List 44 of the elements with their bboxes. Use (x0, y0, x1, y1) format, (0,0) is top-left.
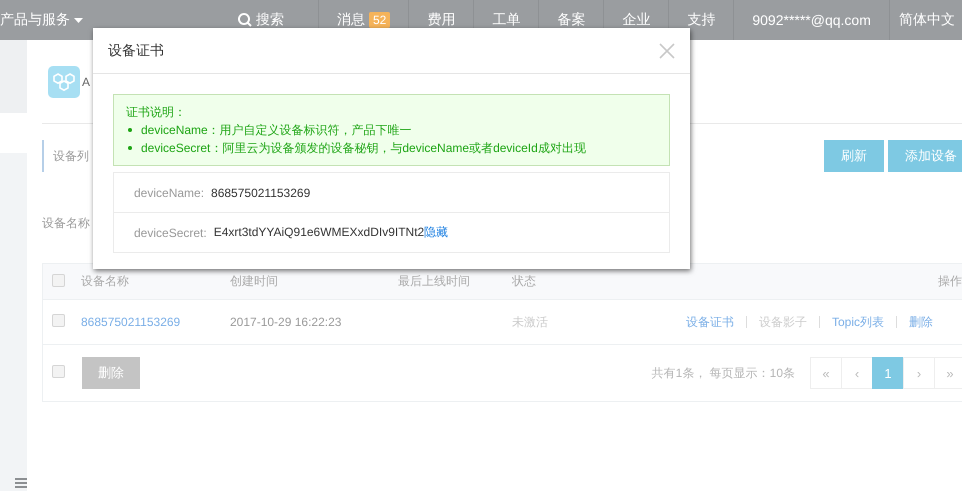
field-label: deviceSecret: (134, 226, 207, 240)
page-button[interactable]: ‹ (841, 357, 873, 389)
bullet-icon (128, 128, 132, 132)
product-logo-icon (48, 66, 80, 98)
dialog-title: 设备证书 (108, 42, 164, 60)
column-header: 设备名称 (81, 273, 130, 290)
column-header: 操作 (937, 273, 962, 290)
checkbox[interactable] (52, 274, 65, 286)
table-cell: 2017-10-29 16:22:23 (230, 315, 342, 329)
tab[interactable]: 设备列 (42, 140, 89, 172)
menu-icon[interactable] (15, 478, 27, 488)
column-header: 状态 (512, 273, 537, 290)
page-button[interactable]: » (934, 357, 962, 389)
caret-icon (74, 18, 83, 22)
add-device-button[interactable]: 添加设备 (888, 140, 962, 172)
column-header: 最后上线时间 (398, 273, 471, 290)
search-link[interactable]: 搜索 (238, 0, 318, 40)
column-header: 创建时间 (230, 273, 279, 290)
close-icon[interactable] (659, 42, 675, 58)
refresh-button[interactable]: 刷新 (824, 140, 884, 172)
pagination-summary: 共有1条， 每页显示：10条 (652, 364, 795, 382)
product-name: A (82, 74, 90, 88)
device-name-link[interactable]: 868575021153269 (81, 315, 180, 329)
page-button[interactable]: › (903, 357, 935, 389)
nav-item[interactable]: 9092*****@qq.com (733, 0, 889, 40)
page-button[interactable]: « (810, 357, 842, 389)
action-link[interactable]: 设备证书 (686, 314, 734, 330)
hide-link[interactable]: 隐藏 (424, 225, 448, 239)
checkbox[interactable] (52, 365, 65, 378)
checkbox[interactable] (52, 314, 65, 327)
action-link[interactable]: 删除 (909, 314, 934, 330)
bullet-icon (128, 146, 132, 150)
field-value: E4xrt3tdYYAiQ91e6WMEXxdDIv9ITNt2 (214, 225, 424, 239)
action-link[interactable]: Topic列表 (832, 314, 884, 330)
product-menu[interactable]: 产品与服务 (0, 11, 70, 29)
nav-item[interactable]: 简体中文 (888, 0, 955, 40)
field-value: 868575021153269 (211, 186, 310, 200)
page-button[interactable]: 1 (872, 357, 904, 389)
count-badge: 52 (369, 12, 390, 28)
field-label: deviceName: (134, 186, 204, 200)
notice-title: 证书说明： (126, 104, 187, 121)
filter-label: 设备名称 (42, 214, 90, 232)
notice-text: deviceName：用户自定义设备标识符，产品下唯一 (141, 122, 412, 139)
notice-text: deviceSecret：阿里云为设备颁发的设备秘钥，与deviceName或者deviceId成对出现 (141, 140, 586, 157)
